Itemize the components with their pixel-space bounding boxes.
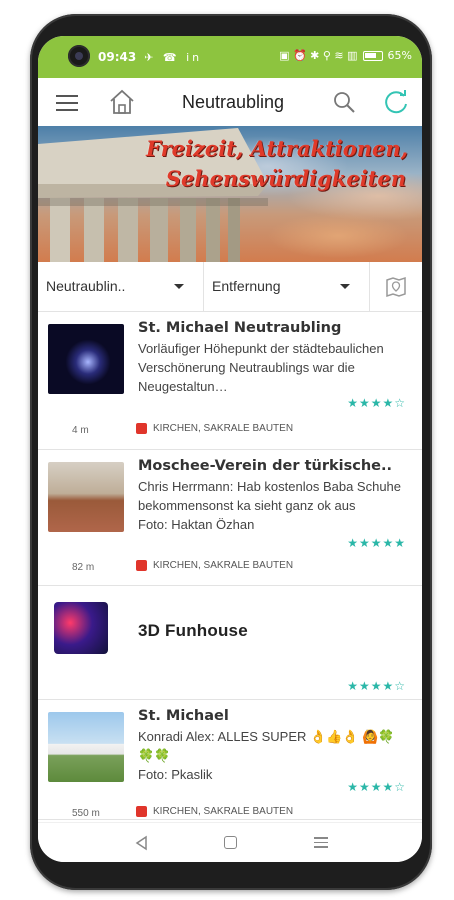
poi-title: St. Michael — [138, 708, 229, 724]
list-item[interactable]: Moschee-Verein der türkische.. Chris Her… — [38, 450, 422, 586]
status-time: 09:43 — [98, 50, 137, 64]
battery-percent: 65% — [387, 49, 412, 62]
map-bookmark-icon — [386, 276, 406, 298]
search-icon[interactable] — [332, 90, 356, 114]
poi-category: KIRCHEN, SAKRALE BAUTEN — [136, 560, 293, 571]
page-title: Neutraubling — [181, 92, 285, 112]
poi-photo-credit: Foto: Haktan Özhan — [138, 517, 255, 532]
poi-distance: 4 m — [72, 425, 89, 436]
poi-category: KIRCHEN, SAKRALE BAUTEN — [136, 806, 293, 817]
star-rating: ★★★★☆ — [347, 679, 406, 693]
banner-title-line1: Freizeit, Attraktionen, — [146, 136, 408, 161]
dropdown-caret-icon — [340, 284, 350, 289]
app-bar: Neutraubling — [38, 78, 422, 126]
home-icon[interactable] — [108, 88, 136, 116]
location-dropdown[interactable]: Neutraublin.. — [38, 262, 204, 312]
poi-category-label: KIRCHEN, SAKRALE BAUTEN — [153, 560, 294, 571]
poi-distance: 82 m — [72, 562, 95, 573]
back-icon[interactable] — [134, 835, 148, 851]
poi-thumbnail — [48, 462, 124, 532]
home-nav-icon[interactable] — [224, 836, 237, 849]
star-rating: ★★★★☆ — [347, 396, 406, 410]
sort-dropdown[interactable]: Entfernung — [204, 262, 370, 312]
front-camera — [68, 45, 90, 67]
star-rating: ★★★★☆ — [347, 780, 406, 794]
location-dropdown-value: Neutraublin.. — [46, 278, 126, 294]
poi-list: St. Michael Neutraubling Vorläufiger Höh… — [38, 312, 422, 822]
map-view-button[interactable] — [370, 262, 422, 312]
poi-description: Konradi Alex: ALLES SUPER 👌👍👌 🙆🍀🍀🍀 Foto:… — [138, 727, 410, 784]
poi-review-text: Chris Herrmann: Hab kostenlos Baba Schuh… — [138, 479, 402, 513]
banner-title-line2: Sehenswürdigkeiten — [165, 166, 406, 191]
poi-review-text: Konradi Alex: ALLES SUPER 👌👍👌 🙆🍀🍀🍀 — [138, 729, 395, 763]
category-banner: Freizeit, Attraktionen, Sehenswürdigkeit… — [38, 126, 422, 262]
list-item[interactable]: St. Michael Neutraubling Vorläufiger Höh… — [38, 312, 422, 450]
status-bar: 09:43 ✈ ☎ in ▣ ⏰ ✱ ⚲ ≋ ▥ 65% — [38, 36, 422, 78]
poi-title: 3D Funhouse — [138, 621, 248, 640]
poi-thumbnail — [48, 712, 124, 782]
device-screen: 09:43 ✈ ☎ in ▣ ⏰ ✱ ⚲ ≋ ▥ 65% Neutraublin… — [38, 36, 422, 862]
category-marker-icon — [136, 560, 147, 571]
system-status-icons: ▣ ⏰ ✱ ⚲ ≋ ▥ — [279, 49, 358, 62]
poi-category-label: KIRCHEN, SAKRALE BAUTEN — [153, 806, 294, 817]
dropdown-caret-icon — [174, 284, 184, 289]
poi-category-label: KIRCHEN, SAKRALE BAUTEN — [153, 423, 294, 434]
list-item[interactable]: St. Michael Konradi Alex: ALLES SUPER 👌👍… — [38, 700, 422, 820]
category-marker-icon — [136, 806, 147, 817]
notification-icons: ✈ ☎ in — [144, 50, 203, 64]
battery-icon — [362, 50, 383, 61]
system-navigation-bar — [38, 822, 422, 862]
refresh-icon[interactable] — [382, 88, 410, 116]
poi-title: Moschee-Verein der türkische.. — [138, 458, 392, 474]
poi-thumbnail — [48, 324, 124, 394]
hamburger-menu-icon[interactable] — [56, 95, 78, 111]
poi-title: St. Michael Neutraubling — [138, 320, 342, 336]
poi-distance: 550 m — [72, 808, 100, 819]
status-right: ▣ ⏰ ✱ ⚲ ≋ ▥ 65% — [279, 49, 412, 62]
poi-description: Chris Herrmann: Hab kostenlos Baba Schuh… — [138, 477, 410, 534]
list-item[interactable]: 3D Funhouse ★★★★☆ — [38, 586, 422, 700]
category-marker-icon — [136, 423, 147, 434]
star-rating: ★★★★★ — [347, 536, 406, 550]
poi-description: Vorläufiger Höhepunkt der städtebauliche… — [138, 341, 384, 394]
sort-dropdown-value: Entfernung — [212, 278, 281, 294]
poi-thumbnail — [54, 602, 108, 654]
recent-apps-icon[interactable] — [314, 837, 328, 849]
poi-category: KIRCHEN, SAKRALE BAUTEN — [136, 423, 293, 434]
filter-bar: Neutraublin.. Entfernung — [38, 262, 422, 312]
